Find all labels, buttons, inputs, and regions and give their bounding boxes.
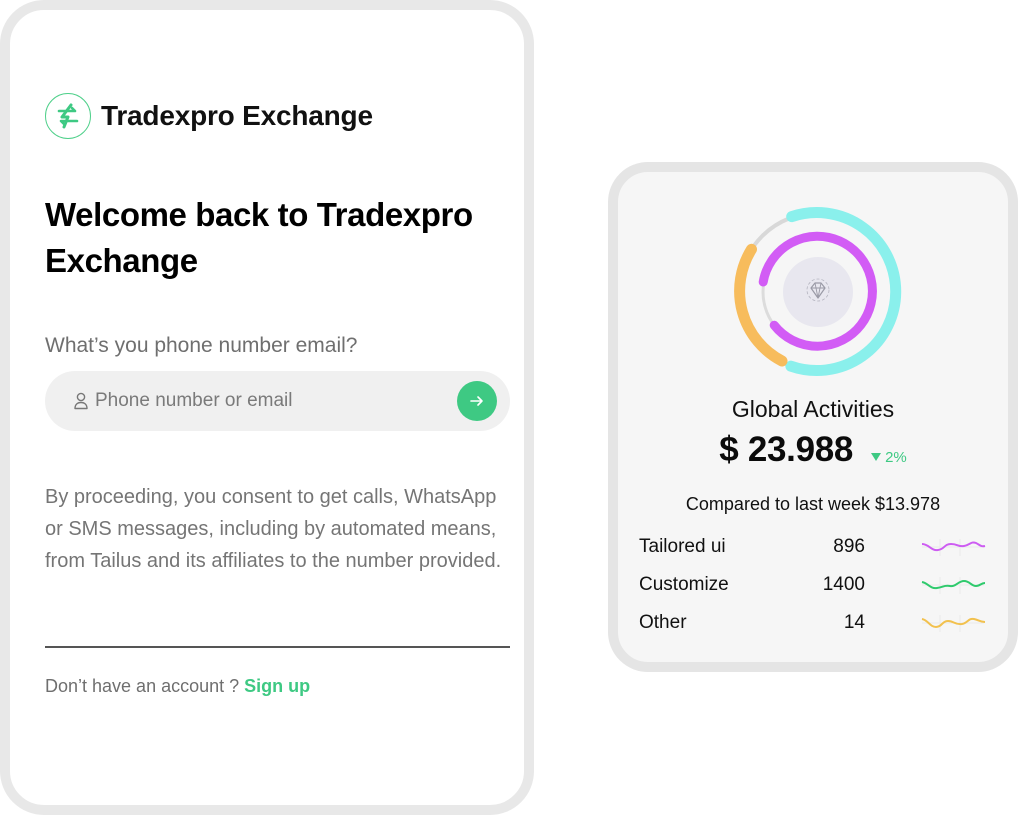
list-item: Customize 1400 (639, 566, 989, 604)
consent-text: By proceeding, you consent to get calls,… (45, 486, 502, 572)
row-label: Other (639, 612, 687, 633)
user-icon (73, 391, 91, 411)
signup-row: Don’t have an account ? Sign up (45, 676, 310, 697)
divider (45, 646, 510, 648)
no-account-text: Don’t have an account ? (45, 676, 245, 696)
row-value: 896 (833, 536, 865, 557)
brand: Tradexpro Exchange (45, 93, 373, 139)
brand-name: Tradexpro Exchange (101, 100, 373, 131)
phone-email-field (45, 371, 510, 431)
list-item: Tailored ui 896 (639, 528, 989, 566)
global-activities-card: Global Activities $ 23.988 2% Compared t… (608, 162, 1018, 672)
row-value: 1400 (822, 574, 865, 595)
ring-outer-orange (734, 243, 788, 367)
triangle-down-icon (871, 453, 882, 461)
change-value: 2% (885, 448, 907, 466)
brand-logo-icon (45, 93, 91, 139)
change-badge: 2% (871, 449, 907, 466)
list-item: Other 14 (639, 604, 989, 642)
card-title: Global Activities (731, 396, 895, 422)
activity-ring-chart (734, 207, 902, 376)
row-label: Customize (639, 574, 729, 595)
amount-row: $ 23.988 2% (618, 430, 1008, 470)
login-card: Tradexpro Exchange Welcome back to Trade… (0, 0, 534, 815)
row-label: Tailored ui (639, 536, 726, 557)
submit-arrow-button[interactable] (457, 381, 497, 421)
signup-link[interactable]: Sign up (244, 676, 310, 696)
sparkline-purple (921, 539, 986, 556)
total-amount: $ 23.988 (719, 430, 854, 469)
phone-email-input[interactable] (95, 390, 435, 412)
arrow-right-icon (470, 396, 483, 406)
row-value: 14 (843, 612, 865, 633)
compare-text: Compared to last week $13.978 (685, 494, 941, 514)
page-title: Welcome back to Tradexpro Exchange (45, 196, 473, 279)
sparkline-orange (921, 615, 986, 632)
ring-center (783, 257, 853, 327)
phone-field-label: What’s you phone number email? (45, 334, 358, 357)
activity-list: Tailored ui 896 Customize 1400 Other 14 (639, 528, 989, 642)
sparkline-green (921, 577, 986, 594)
